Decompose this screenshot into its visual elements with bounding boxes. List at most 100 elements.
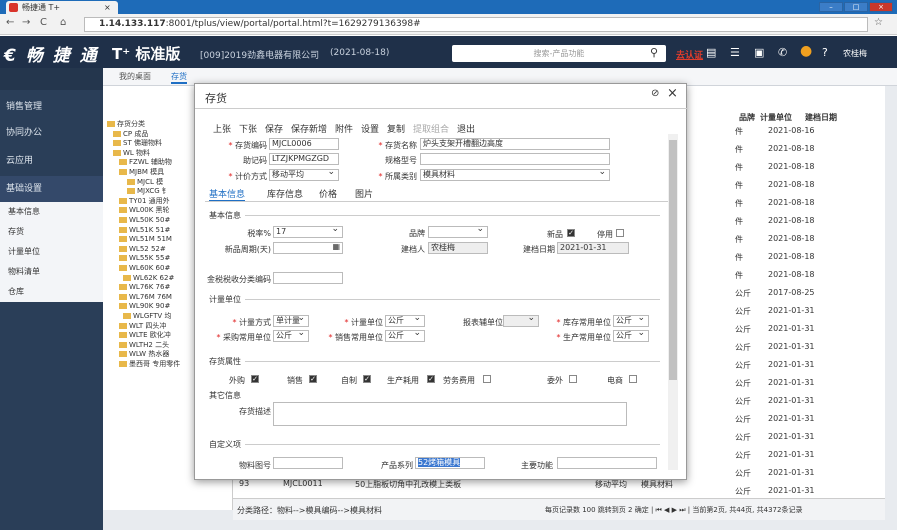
dialog-tab[interactable]: 价格 — [319, 187, 337, 200]
attr-checkbox[interactable]: ✓ — [309, 375, 317, 383]
tab-inventory[interactable]: 存货 — [171, 71, 187, 84]
unit-select[interactable]: 公斤 — [385, 313, 425, 327]
date-input[interactable]: 2021-01-31 — [557, 242, 629, 254]
category-select[interactable]: 模具材料 — [420, 167, 610, 181]
newperiod-input[interactable]: ▦ — [273, 242, 343, 254]
attr-checkbox[interactable] — [569, 375, 577, 383]
toolbar-button[interactable]: 保存 — [265, 122, 283, 135]
drawing-input[interactable] — [273, 457, 343, 469]
prod-unit-select[interactable]: 公斤 — [613, 328, 649, 342]
attr-checkbox[interactable] — [629, 375, 637, 383]
tree-node[interactable]: WL76K 76# — [119, 283, 170, 292]
close-icon[interactable]: × — [667, 86, 678, 101]
browser-tab[interactable]: 畅捷通 T+ × — [6, 1, 118, 14]
tree-node[interactable]: WL90K 90# — [119, 302, 170, 311]
toolbar-button[interactable]: 退出 — [457, 122, 475, 135]
name-input[interactable]: 炉头支架开槽翻边高度 — [420, 138, 610, 150]
minimize-icon[interactable]: – — [819, 2, 843, 12]
dialog-scrollbar[interactable] — [668, 134, 678, 470]
close-window-icon[interactable]: × — [869, 2, 893, 12]
tree-node[interactable]: FZWL 辅助物 — [119, 158, 172, 167]
tree-node[interactable]: 存货分类 — [107, 120, 145, 129]
help-icon[interactable]: ? — [822, 46, 828, 59]
sidebar-item-office[interactable]: 协同办公 — [0, 120, 103, 146]
search-input[interactable]: 搜索-产品功能 — [452, 45, 666, 62]
tree-node[interactable]: WL50K 50# — [119, 216, 170, 225]
taxcode-input[interactable] — [273, 272, 343, 284]
tree-node[interactable]: CP 成品 — [113, 130, 148, 139]
tree-node[interactable]: MJXCG 钅 — [127, 187, 169, 196]
tree-node[interactable]: WLTE 欧化冲 — [119, 331, 171, 340]
dialog-tab[interactable]: 库存信息 — [267, 187, 303, 200]
user-name[interactable]: 农桂梅 — [843, 48, 867, 59]
dialog-tab[interactable]: 基本信息 — [209, 187, 246, 202]
series-input[interactable]: 52烤箱模具 — [415, 457, 485, 469]
tree-node[interactable]: ST 佛珊物料 — [113, 139, 162, 148]
toolbar-button[interactable]: 上张 — [213, 122, 231, 135]
message-icon[interactable]: ▣ — [754, 46, 764, 59]
star-icon[interactable]: ☆ — [874, 17, 883, 28]
spec-input[interactable] — [420, 153, 610, 165]
tree-node[interactable]: WL62K 62# — [123, 274, 174, 283]
toolbar-button[interactable]: 设置 — [361, 122, 379, 135]
mode-select[interactable]: 单计量 — [273, 313, 309, 327]
toolbar-button[interactable]: 保存新增 — [291, 122, 327, 135]
stock-unit-select[interactable]: 公斤 — [613, 313, 649, 327]
tree-node[interactable]: WLT 四头冲 — [119, 322, 166, 331]
forward-icon[interactable]: → — [22, 17, 30, 28]
toolbar-button[interactable]: 附件 — [335, 122, 353, 135]
brand-select[interactable] — [428, 224, 488, 238]
sidebar-item-sales[interactable]: 销售管理 — [0, 94, 103, 120]
reload-icon[interactable]: C — [40, 17, 47, 28]
pager[interactable]: 每页记录数 100 跳转到页 2 确定 | ⏮ ◀ ▶ ⏭ | 当前第2页, 共… — [545, 505, 802, 515]
dialog-scroll-thumb[interactable] — [669, 140, 677, 380]
dialog-tab[interactable]: 图片 — [355, 187, 373, 200]
maximize-icon[interactable]: □ — [844, 2, 868, 12]
tab-desktop[interactable]: 我的桌面 — [119, 71, 151, 82]
new-checkbox[interactable]: ✓ — [567, 229, 575, 237]
sidebar-item-cloud[interactable]: 云应用 — [0, 148, 103, 174]
attr-checkbox[interactable] — [483, 375, 491, 383]
sale-unit-select[interactable]: 公斤 — [385, 328, 425, 342]
search-icon[interactable]: ⚲ — [650, 46, 658, 59]
tree-node[interactable]: WL00K 黑轮 — [119, 206, 170, 215]
auth-link[interactable]: 去认证 — [676, 48, 703, 61]
stop-checkbox[interactable] — [616, 229, 624, 237]
url-input[interactable]: 1.14.133.117:8001/tplus/view/portal/port… — [84, 17, 868, 32]
tree-node[interactable]: WLGFTV 均 — [123, 312, 171, 321]
toolbar-button[interactable]: 下张 — [239, 122, 257, 135]
attr-checkbox[interactable]: ✓ — [251, 375, 259, 383]
mascot-icon[interactable]: ● — [800, 43, 812, 59]
tree-node[interactable]: MJBM 模具 — [119, 168, 164, 177]
back-icon[interactable]: ← — [6, 17, 14, 28]
tree-node[interactable]: TY01 通用外 — [119, 197, 170, 206]
tax-select[interactable]: 17 — [273, 224, 343, 238]
tree-node[interactable]: WL55K 55# — [119, 254, 170, 263]
tree-node[interactable]: WLW 热水器 — [119, 350, 169, 359]
mnemonic-input[interactable]: LTZJKPMGZGD — [269, 153, 339, 165]
tree-node[interactable]: WL 物料 — [113, 149, 150, 158]
close-tab-icon[interactable]: × — [104, 1, 111, 14]
tree-node[interactable]: WL76M 76M — [119, 293, 172, 302]
toolbar-button[interactable]: 复制 — [387, 122, 405, 135]
report-unit-select[interactable] — [503, 313, 539, 327]
tree-node[interactable]: WL60K 60# — [119, 264, 170, 273]
home-icon[interactable]: ⌂ — [60, 17, 66, 28]
purchase-unit-select[interactable]: 公斤 — [273, 328, 309, 342]
toolbar-button[interactable]: 提取组合 — [413, 122, 449, 135]
costing-select[interactable]: 移动平均 — [269, 167, 339, 181]
tree-node[interactable]: WL51K 51# — [119, 226, 170, 235]
help-icon[interactable]: ⊘ — [651, 88, 659, 99]
sidebar-sub-inventory[interactable]: 存货 — [0, 222, 103, 242]
tree-node[interactable]: WLTH2 二头 — [119, 341, 169, 350]
calendar-icon[interactable]: ▦ — [332, 242, 340, 252]
code-input[interactable]: MJCL0006 — [269, 138, 339, 150]
attr-checkbox[interactable]: ✓ — [427, 375, 435, 383]
sidebar-sub-basic-info[interactable]: 基本信息 — [0, 202, 103, 222]
tree-node[interactable]: WL51M 51M — [119, 235, 172, 244]
list-icon[interactable]: ☰ — [730, 46, 740, 59]
tree-node[interactable]: WL52 52# — [119, 245, 166, 254]
sidebar-sub-bom[interactable]: 物料清单 — [0, 262, 103, 282]
tree-node[interactable]: 墨西哥 专用零件 — [119, 360, 180, 369]
desc-textarea[interactable] — [273, 402, 627, 426]
